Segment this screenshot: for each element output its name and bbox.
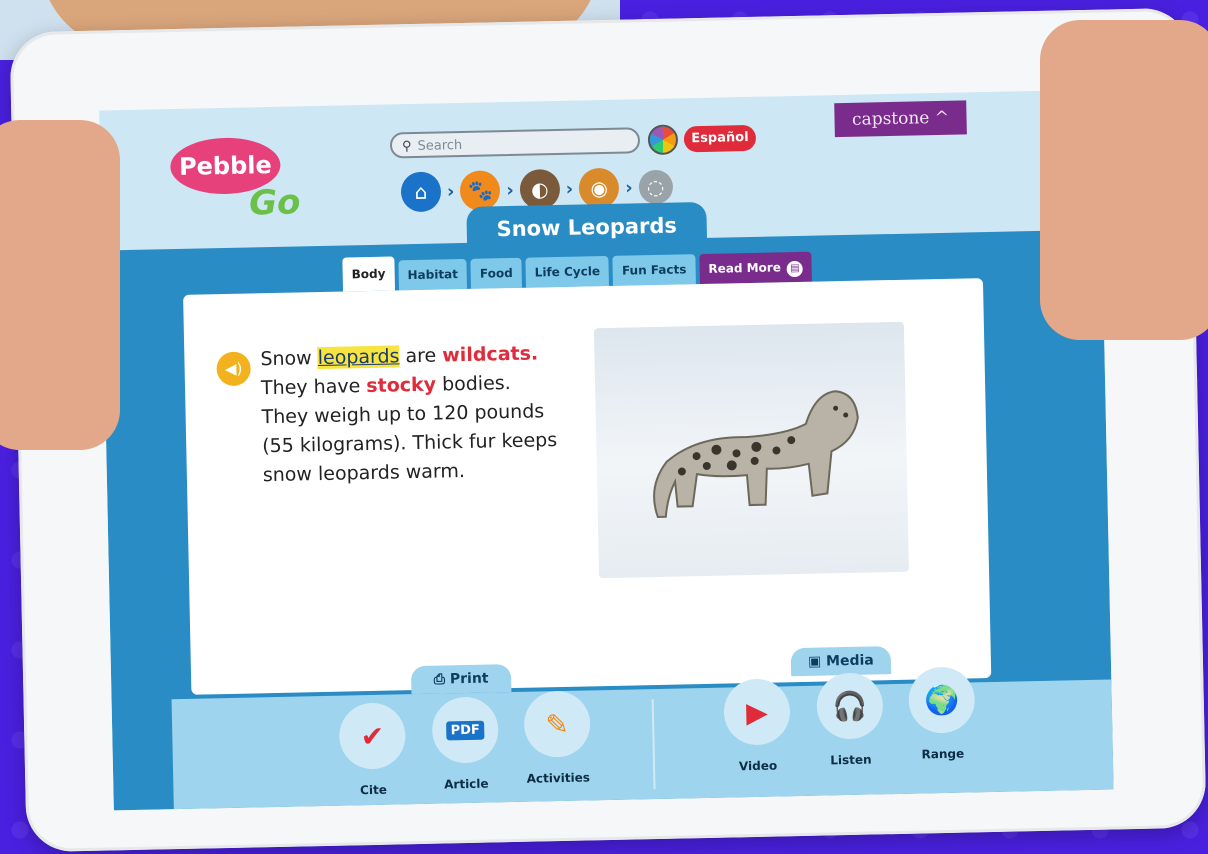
tab-body[interactable]: Body [342,256,395,292]
page-title: Snow Leopards [466,201,708,253]
tab-read-more[interactable]: Read More ▤ [699,251,813,285]
highlight-word[interactable]: wildcats. [442,342,538,366]
tab-food[interactable]: Food [470,257,523,289]
breadcrumb-separator: › [446,180,455,202]
vocab-word-link[interactable]: leopards [317,345,400,370]
snow-leopard-photo[interactable] [593,321,910,579]
paw-icon[interactable]: 🐾 [459,170,501,212]
pebblego-logo[interactable]: Pebble Go [169,136,312,229]
range-button[interactable]: 🌍 Range [906,666,978,762]
search-input[interactable]: ⚲ Search [389,127,641,159]
cite-label: Cite [359,782,388,798]
tablet-device: Pebble Go ⚲ Search Español capstone ^ ⌂ ›… [9,7,1207,853]
cite-button[interactable]: ✔ Cite [337,702,409,797]
animal-icon[interactable]: ◐ [519,168,561,210]
logo-go-text: Go [248,182,301,224]
read-more-label: Read More [708,260,782,276]
media-label: Media [825,652,874,670]
tab-habitat[interactable]: Habitat [398,258,468,291]
search-icon: ⚲ [401,139,412,155]
left-hand [0,120,120,450]
book-icon: ▤ [786,260,804,278]
snow-leopard-icon[interactable]: ◌ [638,169,673,205]
breadcrumb-separator: › [565,178,574,200]
capstone-brand-button[interactable]: capstone ^ [834,100,967,138]
listen-label: Listen [830,752,872,768]
tab-life-cycle[interactable]: Life Cycle [525,255,610,288]
color-wheel-icon[interactable] [647,124,679,156]
pencil-icon: ✎ [523,690,591,758]
espanol-button[interactable]: Español [683,124,757,153]
range-label: Range [921,746,965,762]
listen-button[interactable]: 🎧 Listen [814,672,886,767]
text-segment: are [399,344,443,368]
text-segment: They weigh up to 120 pounds (55 kilogram… [261,400,558,487]
home-icon[interactable]: ⌂ [400,171,442,213]
speaker-icon[interactable]: ◀) [216,351,251,387]
video-label: Video [738,758,778,774]
print-label: Print [449,670,489,688]
activities-label: Activities [526,770,591,786]
globe-icon: 🌍 [908,666,976,734]
headphones-icon: 🎧 [816,672,884,740]
article-text: Snow leopards are wildcats. They have st… [260,339,583,491]
breadcrumb-separator: › [624,176,633,199]
text-segment: They have [260,375,367,400]
film-icon: ▣ [807,653,827,670]
search-placeholder: Search [417,137,463,154]
article-label: Article [444,776,489,792]
cite-icon: ✔ [338,702,407,770]
tiger-icon[interactable]: ◉ [578,167,620,209]
snow-leopard-illustration [653,390,859,518]
printer-icon: ⎙ [433,671,451,688]
breadcrumb-separator: › [506,179,515,201]
video-camera-icon: ▶ [723,678,791,746]
highlight-word[interactable]: stocky [366,374,436,397]
article-pdf-button[interactable]: PDF Article [430,696,502,792]
activities-button[interactable]: ✎ Activities [521,690,593,786]
text-segment: Snow [260,347,318,371]
pdf-icon: PDF [431,696,499,764]
right-hand [1040,20,1208,340]
tab-fun-facts[interactable]: Fun Facts [612,254,696,286]
print-tab[interactable]: ⎙ Print [410,664,512,695]
text-segment: bodies. [435,372,511,396]
article-panel: ◀) Snow leopards are wildcats. They have… [183,278,992,695]
video-button[interactable]: ▶ Video [721,678,793,773]
app-screen: Pebble Go ⚲ Search Español capstone ^ ⌂ ›… [99,89,1114,811]
